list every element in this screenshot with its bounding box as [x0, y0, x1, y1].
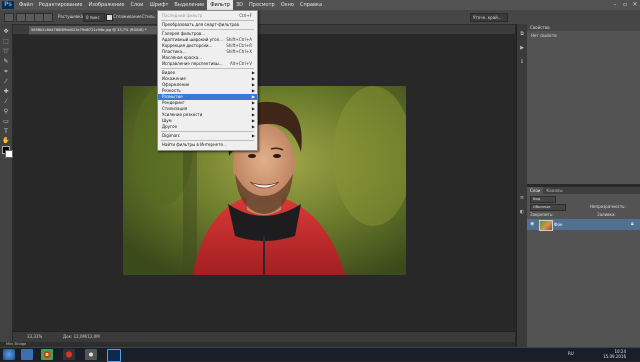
photoshop-logo: Ps	[2, 1, 14, 9]
marquee-tool-icon[interactable]: ⬚	[2, 38, 10, 46]
options-bar: Растушевка: 0 пикс Сглаживание Стиль: Об…	[0, 10, 640, 25]
menu-item-shortcut: Ctrl+F	[239, 13, 252, 18]
background-color-swatch[interactable]	[5, 150, 13, 158]
close-button[interactable]: ✕	[630, 0, 640, 10]
properties-icon[interactable]: ℹ	[518, 58, 526, 66]
antialias-label: Сглаживание	[113, 14, 142, 19]
taskbar: RU 10:24 15.09.2016	[0, 347, 640, 362]
lasso-tool-icon[interactable]: ➰	[2, 48, 10, 56]
properties-tab[interactable]: Свойства	[527, 24, 640, 31]
menu-separator	[161, 131, 254, 132]
layers-panel: Слои Каналы Вид Обычные Непрозрачность: …	[527, 186, 640, 348]
antialias-checkbox[interactable]	[106, 14, 113, 21]
lock-icon: 🔒︎	[631, 221, 634, 227]
fill-label: Заливка:	[597, 212, 616, 217]
menu-item[interactable]: Просмотр	[246, 0, 278, 10]
menu-filter[interactable]: Фильтр	[207, 0, 233, 10]
visibility-eye-icon[interactable]: ◉	[530, 222, 534, 227]
layer-thumbnail	[539, 220, 553, 231]
type-tool-icon[interactable]: T	[2, 128, 10, 136]
filter-menu-item[interactable]: Исправление перспективы... Alt+Ctrl+V	[158, 61, 257, 67]
no-properties-text: Нет свойств	[531, 33, 557, 38]
menu-separator	[161, 140, 254, 141]
refine-edge-button[interactable]: Уточн. край...	[470, 13, 508, 22]
layers-tabs: Слои Каналы	[527, 187, 640, 194]
lock-label: Закрепить:	[530, 212, 554, 217]
clone-stamp-tool-icon[interactable]: ⚲	[2, 108, 10, 116]
eraser-tool-icon[interactable]: ▭	[2, 118, 10, 126]
filter-menu-item[interactable]: Найти фильтры в Интернете...	[158, 142, 257, 148]
menu-item-label: Преобразовать для смарт-фильтров	[162, 22, 239, 27]
history-icon[interactable]: ⧉	[518, 30, 526, 38]
menu-item-label: Исправление перспективы...	[162, 61, 223, 66]
photoshop-app-icon[interactable]	[107, 349, 121, 362]
channels-icon[interactable]: ◐	[518, 208, 526, 216]
layers-icon[interactable]: ≡	[518, 194, 526, 202]
menu-item-label: Последний фильтр	[162, 13, 203, 18]
clock-date[interactable]: 15.09.2016	[596, 354, 626, 359]
opacity-label: Непрозрачность:	[590, 204, 626, 209]
menu-item[interactable]: Слои	[127, 0, 146, 10]
layer-kind-filter[interactable]: Вид	[530, 196, 556, 203]
keyboard-language[interactable]: RU	[568, 351, 574, 356]
submenu-arrow-icon: ▶	[251, 133, 255, 138]
menu-item-shortcut: Alt+Ctrl+V	[230, 61, 252, 66]
hand-tool-icon[interactable]: ✋	[2, 137, 10, 145]
quick-select-tool-icon[interactable]: ✎	[2, 58, 10, 66]
menu-separator	[161, 20, 254, 21]
blend-mode-select[interactable]: Обычные	[530, 204, 566, 211]
filter-menu-item[interactable]: Другое ▶	[158, 124, 257, 130]
tab-channels[interactable]: Каналы	[543, 187, 565, 194]
menu-item[interactable]: Окно	[278, 0, 297, 10]
style-label: Стиль:	[142, 14, 156, 19]
minimize-button[interactable]: –	[610, 0, 620, 10]
explorer-app-icon[interactable]	[21, 349, 33, 360]
recorder-app-icon[interactable]	[63, 349, 75, 360]
panel-icon-column: ⧉ ▶ ℹ ≡ ◐	[516, 24, 527, 347]
layer-row[interactable]: ◉ Фон 🔒︎	[527, 219, 640, 231]
brush-tool-icon[interactable]: ⁄	[2, 98, 10, 106]
move-tool-icon[interactable]: ✥	[2, 28, 10, 36]
actions-icon[interactable]: ▶	[518, 44, 526, 52]
menu-item[interactable]: Редактирование	[36, 0, 86, 10]
menu-items: Файл Редактирование Изображение Слои Шрифт Вы…	[16, 0, 325, 10]
chrome-app-icon[interactable]	[41, 349, 53, 360]
marquee-tool-preset-icon[interactable]	[4, 13, 14, 22]
menu-item[interactable]: Шрифт	[146, 0, 171, 10]
eyedropper-tool-icon[interactable]: ⁄	[2, 78, 10, 86]
healing-brush-tool-icon[interactable]: ✚	[2, 88, 10, 96]
menu-separator	[161, 68, 254, 69]
layer-name: Фон	[554, 222, 563, 227]
filter-menu-item[interactable]: Digimarc ▶	[158, 133, 257, 139]
zoom-level[interactable]: 33,33%	[27, 333, 42, 341]
submenu-arrow-icon: ▶	[251, 124, 255, 129]
start-button-icon[interactable]	[3, 349, 15, 360]
feather-input[interactable]: 0 пикс	[83, 13, 105, 22]
filter-menu-dropdown: Последний фильтр Ctrl+F Преобразовать для …	[157, 10, 258, 151]
tools-panel: ✥ ⬚ ➰ ✎ ⌗ ⁄ ✚ ⁄ ⚲ ▭ T ✋	[0, 24, 13, 342]
status-bar: 33,33% Док: 12,0М/12,0М	[13, 331, 515, 342]
menu-item[interactable]: Выделение	[171, 0, 207, 10]
document-size: Док: 12,0М/12,0М	[63, 334, 100, 339]
menu-item-label: Другое	[162, 124, 178, 129]
filter-menu-item[interactable]: Последний фильтр Ctrl+F	[158, 13, 257, 19]
crop-tool-icon[interactable]: ⌗	[2, 68, 10, 76]
menu-item-label: Digimarc	[162, 133, 180, 138]
menu-bar: Ps Файл Редактирование Изображение Слои Шриф…	[0, 0, 640, 10]
tab-layers[interactable]: Слои	[527, 187, 544, 194]
properties-panel: Свойства Нет свойств	[527, 24, 640, 184]
filter-menu-item[interactable]: Преобразовать для смарт-фильтров	[158, 22, 257, 28]
intersect-selection-icon[interactable]	[43, 13, 53, 22]
menu-item[interactable]: Справка	[297, 0, 325, 10]
menu-item[interactable]: Изображение	[85, 0, 127, 10]
restore-button[interactable]: ▫	[620, 0, 630, 10]
menu-item[interactable]: 3D	[233, 0, 246, 10]
menu-item-label: Найти фильтры в Интернете...	[162, 142, 227, 147]
document-tab[interactable]: 5698b1c6d4766f89dd023c79d6721c94b.jpg @ …	[28, 25, 172, 35]
menu-separator	[161, 29, 254, 30]
feather-label: Растушевка:	[58, 14, 85, 19]
menu-item[interactable]: Файл	[16, 0, 36, 10]
media-app-icon[interactable]	[85, 349, 97, 360]
